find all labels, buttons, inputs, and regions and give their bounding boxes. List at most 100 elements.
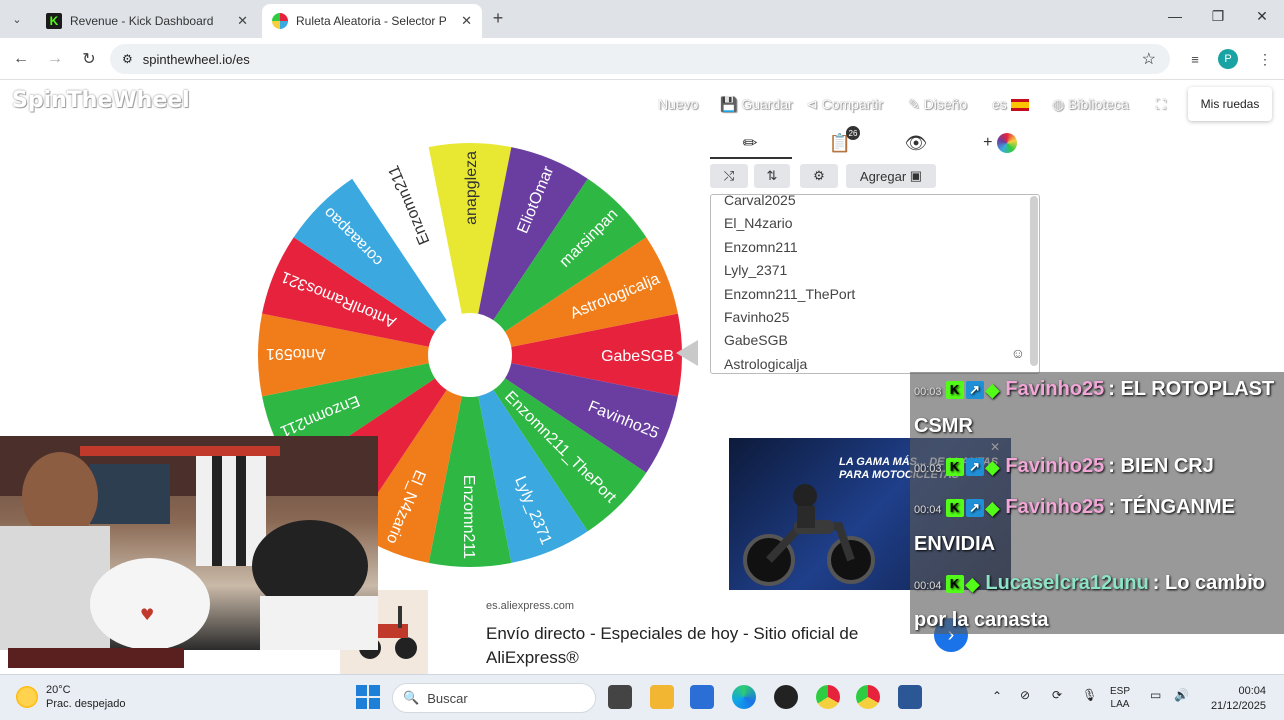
task-view-icon[interactable]: [608, 685, 632, 709]
subscriber-badge-icon: ↗: [965, 498, 984, 517]
entry-line: El_N4zario: [724, 215, 793, 232]
spain-flag-icon: [1010, 99, 1029, 112]
webcam-image: ♥: [0, 436, 378, 650]
edge-icon[interactable]: [732, 685, 756, 709]
new-tab-button[interactable]: +: [487, 7, 509, 29]
shuffle-button[interactable]: ⤭: [710, 164, 748, 188]
weather-widget[interactable]: 20°C Prac. despejado: [16, 683, 126, 711]
wheel-center[interactable]: [428, 313, 512, 397]
wheel-segment-label: GabeSGB: [601, 348, 674, 365]
url-input[interactable]: ⚙ spinthewheel.io/es ☆: [110, 44, 1170, 74]
close-window-icon[interactable]: ✕: [1252, 8, 1272, 25]
tab-title: Ruleta Aleatoria - Selector Perso: [296, 14, 446, 28]
subscriber-badge-icon: ↗: [965, 457, 984, 476]
microphone-icon[interactable]: 🎙: [1082, 688, 1097, 702]
aliexpress-ad[interactable]: es.aliexpress.com Envío directo - Especi…: [300, 590, 984, 676]
maximize-icon[interactable]: ❐: [1208, 8, 1228, 25]
entry-line: Lyly_2371: [724, 262, 788, 279]
close-tab-icon[interactable]: ✕: [237, 13, 248, 29]
menu-biblioteca[interactable]: ◍ Biblioteca: [1052, 96, 1129, 113]
file-explorer-icon[interactable]: [650, 685, 674, 709]
chat-username[interactable]: Favinho25: [1005, 378, 1104, 400]
minimize-icon[interactable]: —: [1165, 8, 1185, 24]
taskbar-search[interactable]: 🔍 Buscar: [392, 683, 596, 713]
entries-textarea[interactable]: Carval2025 El_N4zario Enzomn211 Lyly_2371 En…: [710, 194, 1040, 374]
tab-ruleta-aleatoria[interactable]: Ruleta Aleatoria - Selector Perso ✕: [262, 4, 482, 38]
close-tab-icon[interactable]: ✕: [461, 13, 472, 29]
plus-icon: +: [983, 134, 993, 151]
chrome-profile-icon[interactable]: [856, 685, 880, 709]
store-icon[interactable]: [690, 685, 714, 709]
motorcycle-image: [743, 484, 875, 586]
menu-kebab-icon[interactable]: ⋮: [1254, 48, 1276, 70]
subscriber-badge-icon: ↗: [965, 380, 984, 399]
chevron-down-icon[interactable]: ⌄: [1248, 568, 1260, 585]
bookmark-star-icon[interactable]: ☆: [1142, 49, 1156, 69]
mis-ruedas-button[interactable]: Mis ruedas: [1188, 87, 1272, 121]
taskbar-clock[interactable]: 00:04 21/12/2025: [1200, 684, 1266, 714]
gear-icon: ⚙: [813, 168, 825, 183]
ad-title[interactable]: Envío directo - Especiales de hoy - Siti…: [486, 622, 916, 670]
tab-results-clipboard-icon[interactable]: 📋 26: [800, 126, 880, 160]
site-logo[interactable]: SpinTheWheel: [12, 88, 190, 113]
results-count-badge: 26: [846, 126, 860, 140]
chat-username[interactable]: Favinho25: [1005, 496, 1104, 518]
entries-scrollbar[interactable]: [1030, 196, 1038, 366]
media-controls-icon[interactable]: ≡: [1184, 48, 1206, 70]
back-icon[interactable]: ←: [10, 48, 32, 70]
tab-kick-dashboard[interactable]: K Revenue - Kick Dashboard ✕: [36, 4, 258, 38]
settings-button[interactable]: ⚙: [800, 164, 838, 188]
obs-icon[interactable]: [774, 685, 798, 709]
chat-username[interactable]: Favinho25: [1005, 455, 1104, 477]
entry-line: Astrologicalja: [724, 355, 808, 372]
emoji-icon[interactable]: ☺: [1011, 345, 1025, 361]
wheel-favicon-icon: [272, 13, 288, 29]
site-info-icon[interactable]: ⚙: [122, 52, 133, 66]
word-icon[interactable]: [898, 685, 922, 709]
tray-chevron-icon[interactable]: ⌃: [992, 689, 1002, 703]
network-icon[interactable]: ⊘: [1020, 688, 1030, 702]
menu-nuevo[interactable]: Nuevo: [658, 96, 698, 112]
tab-search-chevron-icon[interactable]: ⌄: [6, 8, 28, 30]
kick-favicon-icon: K: [46, 13, 62, 29]
entry-line: Enzomn211_ThePort: [724, 285, 856, 302]
gift-badge-icon: ◆: [985, 497, 1000, 518]
search-icon: 🔍: [403, 690, 420, 705]
menu-compartir[interactable]: ⊲ Compartir: [806, 96, 883, 113]
url-text: spinthewheel.io/es: [142, 51, 250, 67]
chat-message: 00:03 K ↗ ◆ Favinho25: BIEN CRJ: [914, 449, 1280, 486]
volume-icon[interactable]: 🔊: [1174, 688, 1189, 702]
input-language[interactable]: ESP LAA: [1110, 685, 1130, 711]
gift-badge-icon: ◆: [965, 573, 980, 594]
chat-timestamp: 00:03: [914, 386, 942, 398]
menu-guardar[interactable]: 💾 Guardar: [720, 96, 793, 113]
reload-icon[interactable]: ↻: [78, 48, 100, 70]
kick-badge-icon: K: [945, 574, 964, 593]
wheel-pointer-icon: [676, 340, 698, 366]
tab-add-color[interactable]: +: [960, 126, 1040, 160]
forward-icon[interactable]: →: [44, 48, 66, 70]
editor-tabs: ✏ 📋 26 👁 +: [710, 126, 1040, 160]
chat-username[interactable]: Lucaselcra12unu: [985, 572, 1148, 594]
chat-timestamp: 00:03: [914, 463, 942, 475]
add-image-button[interactable]: Agregar ▣: [846, 164, 936, 188]
share-icon: ⊲: [806, 96, 822, 112]
shuffle-icon: ⤭: [723, 168, 735, 183]
sort-button[interactable]: ⇅: [754, 164, 790, 188]
profile-avatar[interactable]: P: [1218, 49, 1238, 69]
sync-icon[interactable]: ⟳: [1052, 688, 1062, 702]
tab-hidden-eye-icon[interactable]: 👁: [876, 126, 956, 160]
tab-edit-pencil-icon[interactable]: ✏: [710, 126, 790, 160]
windows-start-icon[interactable]: [356, 685, 380, 709]
menu-diseno[interactable]: ✎ Diseño: [908, 96, 967, 113]
color-wheel-icon: [996, 133, 1017, 153]
webcam-overlay: ♥: [0, 436, 378, 650]
display-icon[interactable]: ▭: [1150, 688, 1161, 702]
ad-domain: es.aliexpress.com: [486, 600, 575, 612]
fullscreen-icon[interactable]: ⛶: [1156, 96, 1166, 113]
weather-desc: Prac. despejado: [46, 698, 126, 710]
menu-language[interactable]: es: [992, 96, 1029, 112]
wheel-segment-label: anapgleza: [463, 151, 480, 225]
chrome-icon[interactable]: [816, 685, 840, 709]
taskbar: 20°C Prac. despejado 🔍 Buscar ⌃ ⊘ ⟳ 🎙 ESP…: [0, 674, 1284, 720]
